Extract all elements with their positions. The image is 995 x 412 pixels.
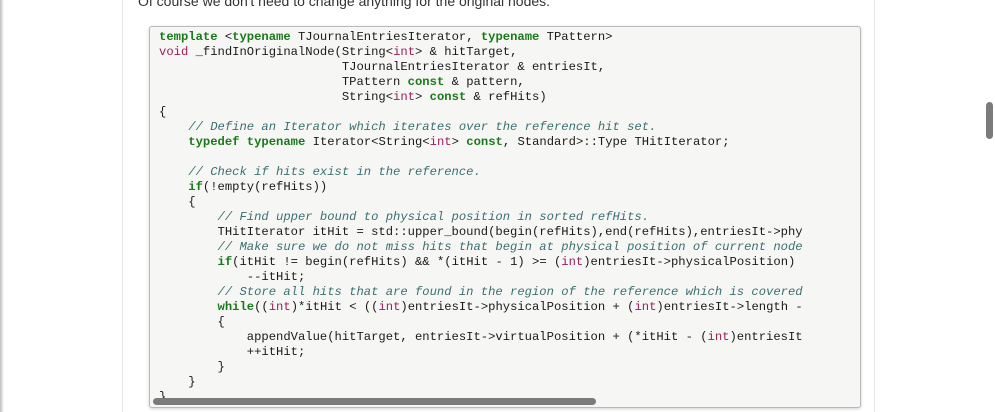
code-token: { [159, 195, 196, 209]
code-line: TJournalEntriesIterator & entriesIt, [159, 60, 803, 75]
code-token: > [451, 135, 467, 149]
code-line: // Find upper bound to physical position… [159, 210, 803, 225]
code-token: // Find upper bound to physical position… [159, 210, 650, 224]
code-token: void [159, 45, 189, 59]
code-line: // Define an Iterator which iterates ove… [159, 120, 803, 135]
code-line: --itHit; [159, 270, 803, 285]
code-line: template <typename TJournalEntriesIterat… [159, 30, 803, 45]
code-line: typedef typename Iterator<String<int> co… [159, 135, 803, 150]
code-token: } [159, 360, 225, 374]
code-token: )entriesIt [729, 330, 803, 344]
code-token: // Make sure we do not miss hits that be… [159, 240, 803, 254]
code-line: // Store all hits that are found in the … [159, 285, 803, 300]
code-line: TPattern const & pattern, [159, 75, 803, 90]
code-token: int [707, 330, 730, 344]
code-token: TPattern> [539, 30, 613, 44]
code-line: // Check if hits exist in the reference. [159, 165, 803, 180]
code-token: if [217, 255, 233, 269]
code-line: if(!empty(refHits)) [159, 180, 803, 195]
code-line: String<int> const & refHits) [159, 90, 803, 105]
code-line: { [159, 315, 803, 330]
code-token: TJournalEntriesIterator, [290, 30, 481, 44]
code-token: int [634, 300, 657, 314]
code-line: // Make sure we do not miss hits that be… [159, 240, 803, 255]
code-token: & refHits) [466, 90, 547, 104]
code-token: while [217, 300, 255, 314]
code-token: int [429, 135, 452, 149]
horizontal-scrollbar-thumb[interactable] [153, 398, 596, 405]
code-token: const [407, 75, 445, 89]
code-token: (( [254, 300, 269, 314]
code-token: // Store all hits that are found in the … [159, 285, 803, 299]
code-token: , Standard>::Type THitIterator; [502, 135, 730, 149]
content-border-left [122, 0, 123, 412]
code-token: int [378, 300, 401, 314]
code-token: Iterator<String< [305, 135, 430, 149]
code-token: )*itHit < (( [290, 300, 379, 314]
code-token: typedef [188, 135, 240, 149]
code-token: typename [246, 135, 306, 149]
code-line: THitIterator itHit = std::upper_bound(be… [159, 225, 803, 240]
vertical-scrollbar-thumb[interactable] [986, 102, 993, 139]
code-token: )entriesIt->physicalPosition) [583, 255, 796, 269]
code-token: > [415, 90, 430, 104]
code-token: { [159, 105, 167, 119]
code-listing: template <typename TJournalEntriesIterat… [159, 30, 803, 405]
code-block[interactable]: template <typename TJournalEntriesIterat… [149, 26, 861, 408]
code-token: )entriesIt->physicalPosition + ( [400, 300, 635, 314]
code-token: < [217, 30, 233, 44]
code-token: > & hitTarget, [415, 45, 518, 59]
code-line: if(itHit != begin(refHits) && *(itHit - … [159, 255, 803, 270]
code-line: while((int)*itHit < ((int)entriesIt->phy… [159, 300, 803, 315]
code-token: int [393, 45, 416, 59]
code-token: String< [159, 90, 394, 104]
code-token: )entriesIt->length - [656, 300, 803, 314]
code-line: { [159, 195, 803, 210]
code-line: void _findInOriginalNode(String<int> & h… [159, 45, 803, 60]
code-token: int [268, 300, 291, 314]
code-token: ++itHit; [159, 345, 306, 359]
code-token: } [159, 375, 196, 389]
code-line: } [159, 375, 803, 390]
content-border-right [874, 0, 875, 412]
code-line: appendValue(hitTarget, entriesIt->virtua… [159, 330, 803, 345]
code-token: TJournalEntriesIterator & entriesIt, [159, 60, 606, 74]
window-edge-shadow [0, 0, 4, 412]
code-token: _findInOriginalNode(String< [188, 45, 394, 59]
code-token: template [159, 30, 218, 44]
code-token: (itHit != begin(refHits) && *(itHit - 1)… [232, 255, 562, 269]
code-token: (!empty(refHits)) [202, 180, 328, 194]
code-token: THitIterator itHit = std::upper_bound(be… [159, 225, 803, 239]
code-token: const [466, 135, 503, 149]
code-line: { [159, 105, 803, 120]
code-token: // Define an Iterator which iterates ove… [159, 120, 657, 134]
code-token: & pattern, [444, 75, 525, 89]
code-token: typename [480, 30, 540, 44]
code-token: // Check if hits exist in the reference. [159, 165, 481, 179]
code-token: appendValue(hitTarget, entriesIt->virtua… [159, 330, 708, 344]
code-token: { [159, 315, 225, 329]
intro-paragraph: Of course we don't need to change anythi… [138, 0, 551, 9]
code-token: const [429, 90, 467, 104]
code-token: int [393, 90, 415, 104]
code-line: ++itHit; [159, 345, 803, 360]
code-line: } [159, 360, 803, 375]
code-token: --itHit; [159, 270, 306, 284]
code-token: int [561, 255, 584, 269]
code-token: if [188, 180, 203, 194]
code-token: TPattern [159, 75, 408, 89]
code-token: typename [232, 30, 291, 44]
